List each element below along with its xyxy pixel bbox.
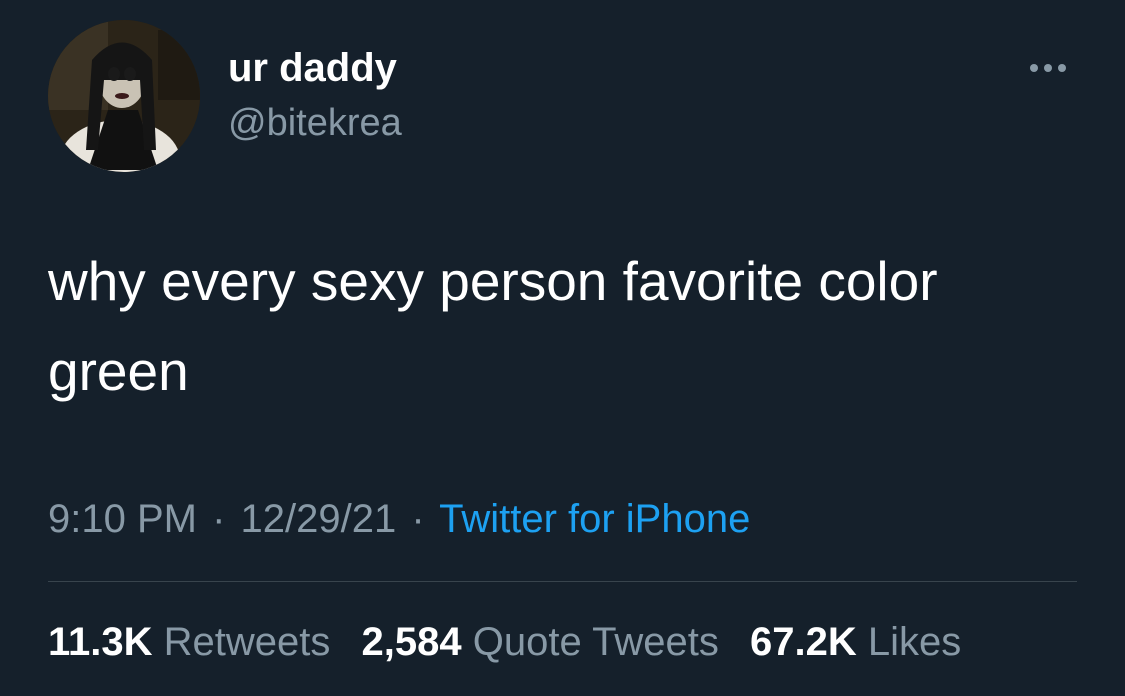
likes-label: Likes xyxy=(867,620,962,664)
quote-tweets-stat[interactable]: 2,584 Quote Tweets xyxy=(362,620,730,664)
tweet-date[interactable]: 12/29/21 xyxy=(241,497,397,541)
likes-stat[interactable]: 67.2K Likes xyxy=(750,620,961,664)
tweet-time[interactable]: 9:10 PM xyxy=(48,497,197,541)
display-name[interactable]: ur daddy xyxy=(228,44,397,92)
avatar-image xyxy=(48,20,200,172)
tweet-text: why every sexy person favorite color gre… xyxy=(48,250,938,402)
retweets-count: 11.3K xyxy=(48,620,153,664)
user-handle[interactable]: @bitekrea xyxy=(228,100,402,146)
retweets-label: Retweets xyxy=(163,620,331,664)
divider xyxy=(48,581,1077,582)
quote-tweets-label: Quote Tweets xyxy=(472,620,719,664)
meta-separator: · xyxy=(411,497,425,541)
retweets-stat[interactable]: 11.3K Retweets xyxy=(48,620,342,664)
tweet-source-link[interactable]: Twitter for iPhone xyxy=(439,497,750,541)
meta-separator: · xyxy=(212,497,226,541)
quote-tweets-count: 2,584 xyxy=(361,620,462,664)
tweet-stats: 11.3K Retweets 2,584 Quote Tweets 67.2K … xyxy=(48,616,961,668)
more-horizontal-icon xyxy=(1030,64,1066,72)
likes-count: 67.2K xyxy=(749,620,857,664)
avatar[interactable] xyxy=(48,20,200,172)
tweet-metadata: 9:10 PM · 12/29/21 · Twitter for iPhone xyxy=(48,494,750,544)
more-options-button[interactable] xyxy=(1024,52,1072,84)
